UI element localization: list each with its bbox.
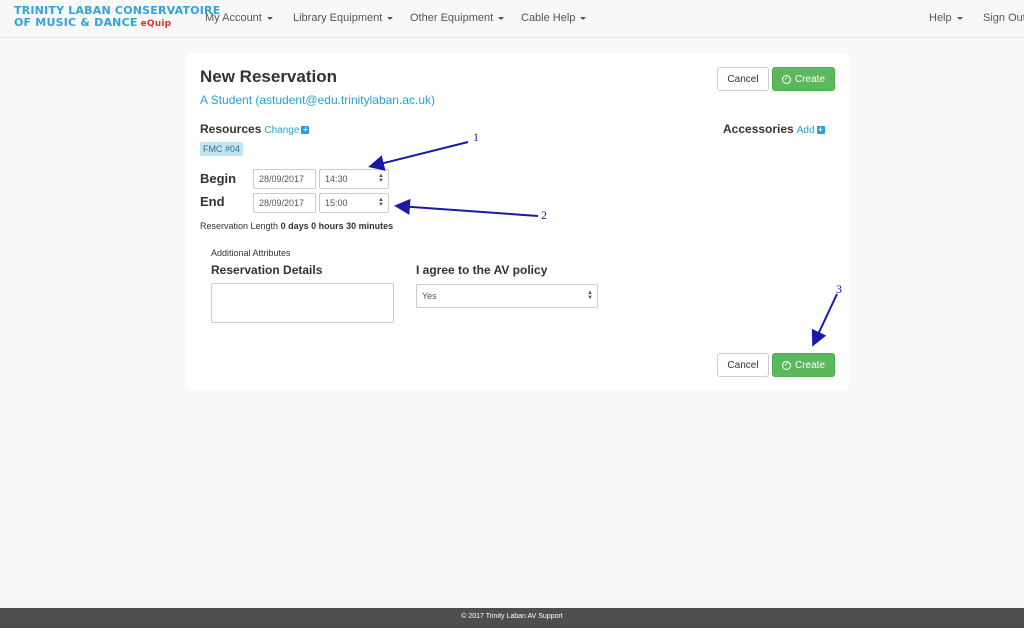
annotation-arrows: [368, 141, 838, 347]
annotation-arrow-1: [368, 141, 469, 171]
annotation-arrow-2: [394, 198, 539, 217]
annotation-label-3: 3: [836, 282, 842, 296]
annotation-label-1: 1: [473, 130, 479, 144]
annotation-label-2: 2: [541, 208, 547, 222]
footer: © 2017 Trinity Laban AV Support: [0, 608, 1024, 628]
footer-copyright: © 2017 Trinity Laban AV Support: [461, 613, 563, 620]
annotation-arrow-3: [811, 293, 838, 347]
